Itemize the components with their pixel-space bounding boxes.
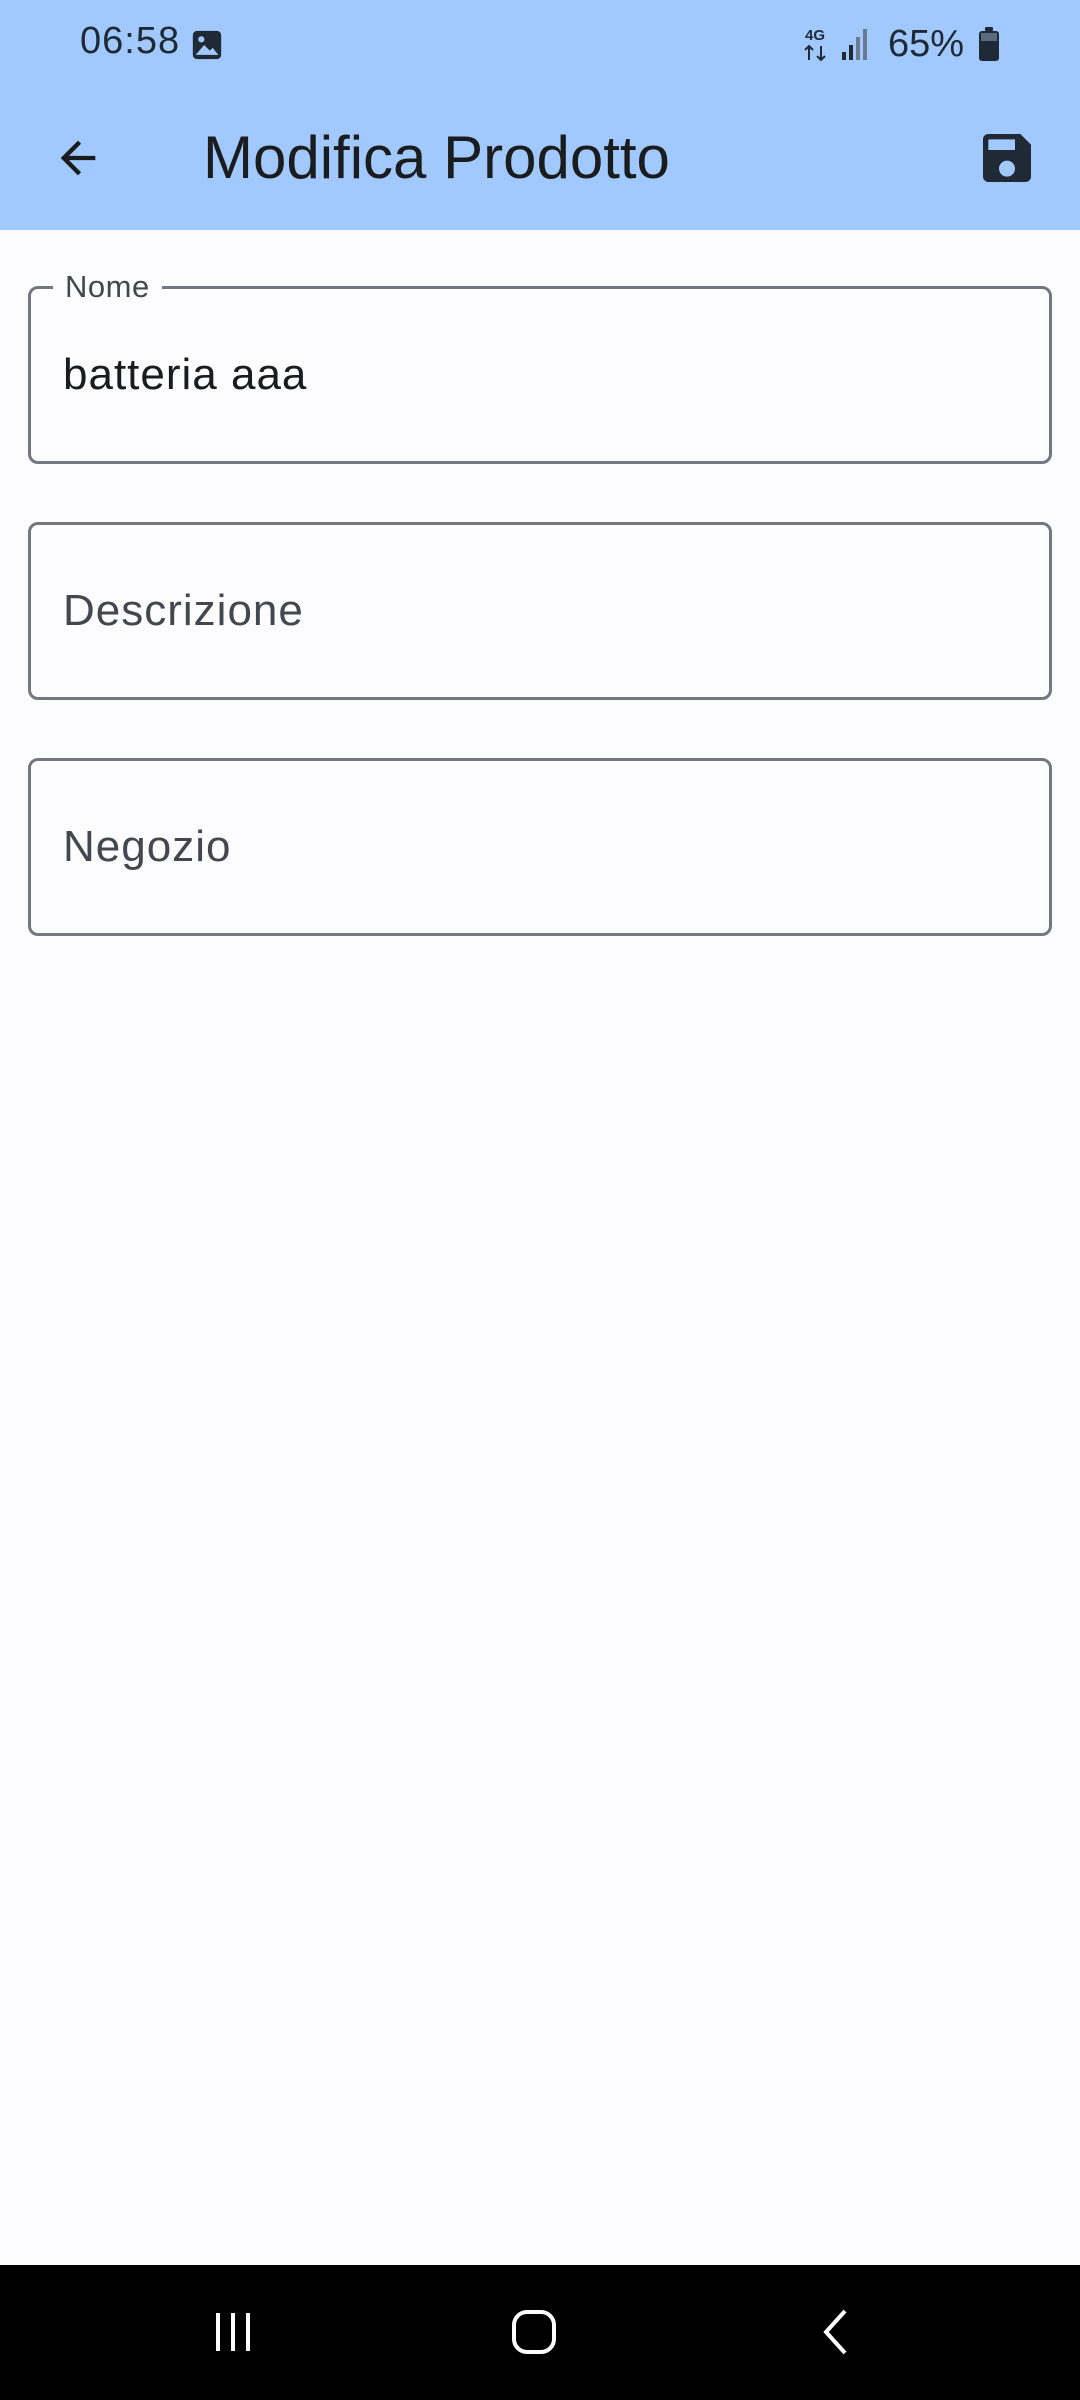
system-navigation-bar	[0, 2265, 1080, 2400]
network-4g-icon: 4G	[804, 27, 826, 62]
app-bar: Modifica Prodotto	[0, 88, 1080, 230]
save-icon	[983, 134, 1031, 182]
nome-input[interactable]	[63, 289, 1017, 461]
back-icon	[823, 2309, 847, 2355]
descrizione-input[interactable]	[63, 525, 1017, 697]
status-time: 06:58	[80, 20, 181, 62]
status-bar: 06:58 4G 65%	[0, 0, 1080, 88]
page-title: Modifica Prodotto	[203, 124, 670, 191]
nome-field[interactable]: Nome	[28, 267, 1052, 464]
arrow-back-icon	[60, 140, 96, 176]
nav-back-button[interactable]	[787, 2287, 887, 2377]
battery-percent: 65%	[887, 22, 964, 65]
negozio-field[interactable]	[28, 758, 1052, 936]
battery-icon	[979, 27, 999, 61]
descrizione-field[interactable]	[28, 522, 1052, 700]
home-icon	[512, 2310, 556, 2354]
negozio-input[interactable]	[63, 761, 1017, 933]
back-button[interactable]	[38, 118, 118, 198]
home-button[interactable]	[484, 2287, 584, 2377]
top-app-area: 06:58 4G 65% Modifica Prodotto	[0, 0, 1080, 230]
recents-icon	[216, 2313, 250, 2351]
save-button[interactable]	[964, 115, 1050, 201]
recents-button[interactable]	[183, 2287, 283, 2377]
svg-text:4G: 4G	[805, 27, 825, 44]
status-indicators: 4G 65%	[800, 20, 1000, 68]
gallery-icon	[192, 30, 222, 60]
signal-icon	[841, 29, 867, 60]
